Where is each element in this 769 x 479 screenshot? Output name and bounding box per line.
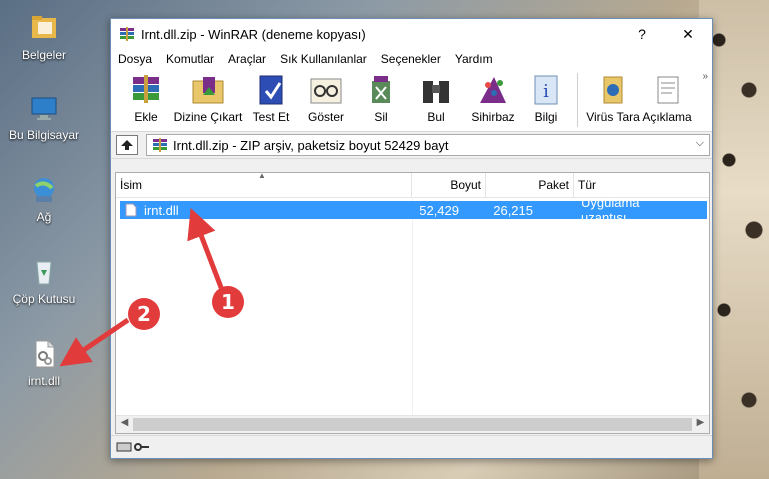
- step2-arrow: [59, 317, 130, 367]
- step1-arrow: [187, 207, 225, 291]
- step1-badge: 1: [212, 286, 244, 318]
- step2-badge: 2: [128, 298, 160, 330]
- annotation-arrows: [59, 207, 225, 367]
